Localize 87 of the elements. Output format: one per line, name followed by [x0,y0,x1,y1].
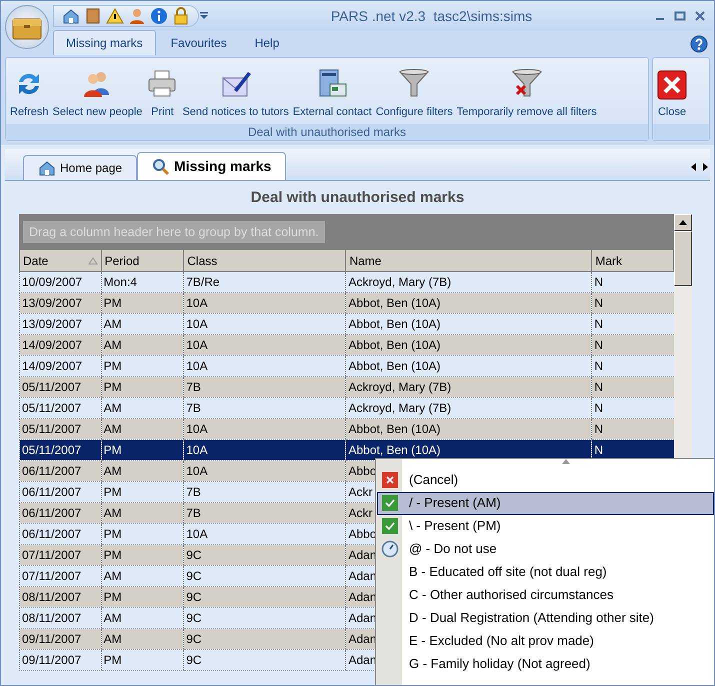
table-cell: Abbot, Ben (10A) [346,292,592,314]
ribbon-button[interactable]: External contact [290,68,374,120]
ribbon-tab[interactable]: Favourites [158,30,240,55]
table-cell: 05/11/2007 [20,418,102,440]
table-cell: PM [101,292,184,314]
warning-icon[interactable] [106,7,124,25]
table-cell: N [592,376,674,398]
table-cell: 14/09/2007 [20,334,102,356]
document-tab[interactable]: Missing marks [137,152,286,180]
magnifier-icon [152,158,170,176]
table-cell: N [592,334,674,356]
cancel-icon [381,471,399,489]
table-cell: 10A [184,418,346,440]
close-button[interactable]: Close [655,70,689,120]
table-cell: 10A [184,334,346,356]
book-icon[interactable] [84,7,102,25]
person-icon[interactable] [128,7,146,25]
ribbon-button[interactable]: Print [144,68,180,120]
menu-item[interactable]: / - Present (AM) [377,492,714,514]
column-header[interactable]: Period [101,250,184,272]
table-cell: 07/11/2007 [20,544,102,566]
table-cell: PM [101,440,184,461]
table-cell: AM [101,460,184,482]
table-cell: 05/11/2007 [20,440,102,461]
ribbon-button[interactable]: Select new people [50,68,144,120]
table-cell: 06/11/2007 [20,460,102,482]
clock-icon [381,540,399,558]
table-cell: Ackroyd, Mary (7B) [346,376,592,398]
table-cell: 10A [184,292,346,314]
table-cell: 13/09/2007 [20,292,102,314]
table-cell: 09/11/2007 [20,628,102,650]
table-cell: AM [101,418,184,440]
table-cell: 10A [184,460,346,482]
lock-icon[interactable] [172,7,190,25]
column-header[interactable]: Class [184,250,346,272]
maximize-icon[interactable] [674,10,686,22]
scroll-left-icon[interactable] [690,162,698,172]
table-cell: N [592,292,674,314]
table-cell: N [592,418,674,440]
table-cell: 05/11/2007 [20,376,102,398]
ribbon-button[interactable]: Send notices to tutors [180,68,291,120]
column-header[interactable]: Name [346,250,592,272]
table-cell: PM [101,586,184,608]
table-cell: 9C [184,544,346,566]
close-icon [657,70,687,100]
funnel-icon [398,68,430,100]
ribbon-button[interactable]: Configure filters [374,68,455,120]
column-header[interactable]: Mark [592,250,674,272]
ribbon-button[interactable]: Refresh [8,68,51,120]
ribbon-tab[interactable]: Missing marks [53,30,156,55]
table-cell: 08/11/2007 [20,586,102,608]
scrollbar-thumb[interactable] [674,230,692,286]
printer-icon [146,68,178,100]
scroll-up-icon[interactable] [679,220,687,224]
window-title: PARS .net v2.3 tasc2\sims:sims [330,6,534,26]
table-cell: AM [101,334,184,356]
table-cell: 9C [184,586,346,608]
funnel-remove-icon [510,68,543,100]
info-icon[interactable] [150,7,168,25]
home-icon[interactable] [62,7,80,25]
table-cell: 9C [184,628,346,650]
table-cell: Abbot, Ben (10A) [346,334,592,356]
check-icon [381,517,399,535]
page-heading: Deal with unauthorised marks [250,188,466,208]
table-cell: AM [101,628,184,650]
ribbon-group-label: Deal with unauthorised marks [6,124,648,140]
table-cell: 09/11/2007 [20,650,102,671]
column-header[interactable]: Date [20,250,102,272]
table-cell: Abbot, Ben (10A) [346,418,592,440]
table-cell: 10A [184,440,346,461]
table-cell: 9C [184,650,346,671]
table-cell: AM [101,502,184,524]
table-cell: PM [101,650,184,671]
table-cell: 06/11/2007 [20,502,102,524]
table-cell: PM [101,376,184,398]
document-tab[interactable]: Home page [23,155,138,180]
ribbon-tab[interactable]: Help [242,30,292,55]
ribbon-button[interactable]: Temporarily remove all filters [454,68,599,120]
help-icon[interactable] [690,35,708,53]
close-icon[interactable] [694,10,706,22]
home-icon [38,159,56,177]
check-icon [381,494,399,512]
customize-dropdown-icon[interactable] [199,11,209,21]
table-cell: PM [101,544,184,566]
ribbon-group-footer [653,124,709,140]
table-cell: 7B [184,502,346,524]
table-cell: 7B [184,376,346,398]
